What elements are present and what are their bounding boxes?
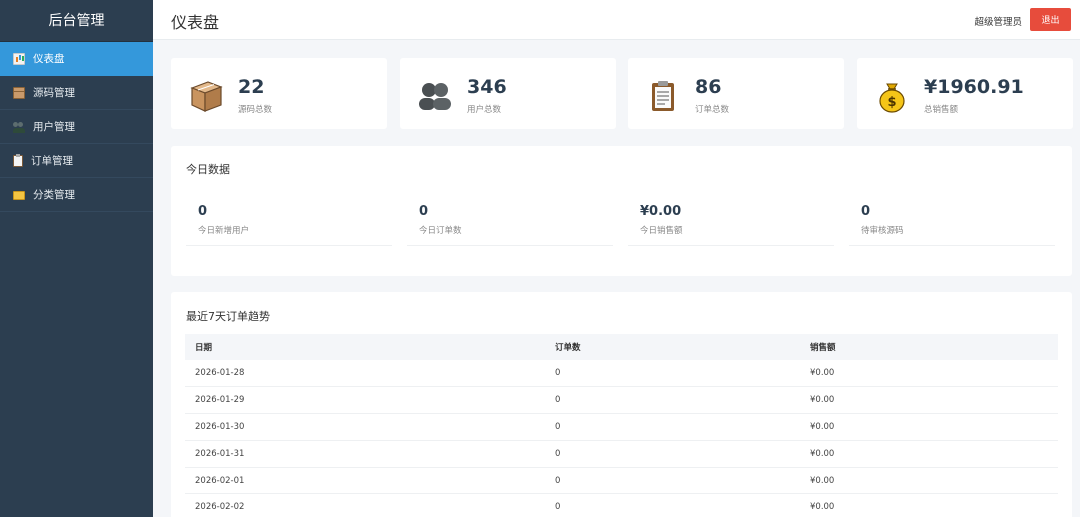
page-title: 仪表盘 xyxy=(171,13,220,32)
clipboard-icon xyxy=(13,153,23,167)
today-item-orders: 0 今日订单数 xyxy=(407,202,613,246)
cell-sales: ¥0.00 xyxy=(800,413,1058,441)
cell-order-count: 0 xyxy=(545,413,800,441)
today-label: 今日订单数 xyxy=(419,226,462,236)
table-row: 2026-02-02 0 ¥0.00 xyxy=(185,493,1058,517)
sidebar-item-label: 订单管理 xyxy=(31,155,73,167)
cell-date: 2026-02-02 xyxy=(185,493,545,517)
table-row: 2026-01-30 0 ¥0.00 xyxy=(185,413,1058,441)
sidebar-item-label: 源码管理 xyxy=(33,87,75,99)
cell-order-count: 0 xyxy=(545,467,800,495)
clipboard-icon xyxy=(652,81,674,111)
chart-icon xyxy=(13,52,25,65)
sidebar-item-label: 分类管理 xyxy=(33,189,75,201)
admin-name: 超级管理员 xyxy=(974,17,1022,28)
today-title: 今日数据 xyxy=(186,163,230,176)
sidebar-item-orders[interactable]: 订单管理 xyxy=(0,144,153,178)
stat-label: 用户总数 xyxy=(467,105,502,115)
column-header-date: 日期 xyxy=(185,334,545,360)
money-bag-icon: $ xyxy=(879,83,905,113)
folder-icon xyxy=(13,191,25,200)
cell-order-count: 0 xyxy=(545,493,800,517)
today-label: 今日新增用户 xyxy=(198,226,250,236)
cell-order-count: 0 xyxy=(545,440,800,468)
stat-value: 86 xyxy=(695,76,722,98)
cell-sales: ¥0.00 xyxy=(800,360,1058,388)
today-panel: 今日数据 0 今日新增用户 0 今日订单数 ¥0.00 今日销售额 0 待审核源… xyxy=(171,146,1072,276)
stat-card-user-count: 346 用户总数 xyxy=(400,58,616,129)
today-value: 0 xyxy=(861,204,871,219)
sidebar: 后台管理 仪表盘 源码管理 用户管理 订单管理 分类管理 xyxy=(0,0,153,517)
cell-date: 2026-01-31 xyxy=(185,440,545,468)
today-value: ¥0.00 xyxy=(640,204,682,219)
stat-value: 346 xyxy=(467,76,507,98)
top-header: 仪表盘 超级管理员 退出 xyxy=(153,0,1080,40)
sidebar-item-label: 仪表盘 xyxy=(33,53,65,65)
today-label: 待审核源码 xyxy=(861,226,904,236)
stat-card-order-count: 86 订单总数 xyxy=(628,58,844,129)
cell-date: 2026-01-29 xyxy=(185,386,545,415)
sidebar-item-source-code[interactable]: 源码管理 xyxy=(0,76,153,110)
stat-value: 22 xyxy=(238,76,265,98)
cell-date: 2026-01-30 xyxy=(185,413,545,441)
column-header-order-count: 订单数 xyxy=(545,334,800,360)
sidebar-item-label: 用户管理 xyxy=(33,121,75,133)
table-header-row: 日期 订单数 销售额 xyxy=(185,334,1058,360)
cell-sales: ¥0.00 xyxy=(800,493,1058,517)
today-label: 今日销售额 xyxy=(640,226,683,236)
table-row: 2026-02-01 0 ¥0.00 xyxy=(185,467,1058,495)
cell-sales: ¥0.00 xyxy=(800,467,1058,495)
users-icon xyxy=(13,121,25,133)
logout-button[interactable]: 退出 xyxy=(1030,8,1071,31)
stat-card-source-count: 22 源码总数 xyxy=(171,58,387,129)
stat-value: ¥1960.91 xyxy=(924,76,1024,98)
sidebar-item-users[interactable]: 用户管理 xyxy=(0,110,153,144)
stat-label: 总销售额 xyxy=(924,105,959,115)
trend-table: 日期 订单数 销售额 2026-01-28 0 ¥0.00 2026-01-29… xyxy=(185,334,1058,517)
sidebar-title: 后台管理 xyxy=(0,0,153,42)
column-header-sales: 销售额 xyxy=(800,334,1058,360)
users-icon xyxy=(419,83,451,110)
sidebar-item-dashboard[interactable]: 仪表盘 xyxy=(0,42,153,76)
today-value: 0 xyxy=(198,204,208,219)
cell-date: 2026-02-01 xyxy=(185,467,545,495)
trend-title: 最近7天订单趋势 xyxy=(186,310,270,323)
cell-order-count: 0 xyxy=(545,360,800,388)
cell-sales: ¥0.00 xyxy=(800,440,1058,468)
table-row: 2026-01-29 0 ¥0.00 xyxy=(185,386,1058,415)
box-icon xyxy=(13,86,25,99)
cell-sales: ¥0.00 xyxy=(800,386,1058,415)
sidebar-item-categories[interactable]: 分类管理 xyxy=(0,178,153,212)
package-box-icon xyxy=(190,81,223,112)
cell-date: 2026-01-28 xyxy=(185,360,545,388)
stat-card-total-sales: $ ¥1960.91 总销售额 xyxy=(857,58,1073,129)
cell-order-count: 0 xyxy=(545,386,800,415)
svg-text:$: $ xyxy=(887,95,896,110)
today-value: 0 xyxy=(419,204,429,219)
table-row: 2026-01-28 0 ¥0.00 xyxy=(185,360,1058,388)
today-item-pending-review: 0 待审核源码 xyxy=(849,202,1055,246)
stat-label: 源码总数 xyxy=(238,105,273,115)
stat-label: 订单总数 xyxy=(695,105,730,115)
table-row: 2026-01-31 0 ¥0.00 xyxy=(185,440,1058,468)
today-item-new-users: 0 今日新增用户 xyxy=(186,202,392,246)
trend-panel: 最近7天订单趋势 日期 订单数 销售额 2026-01-28 0 ¥0.00 2… xyxy=(171,292,1072,517)
today-item-sales: ¥0.00 今日销售额 xyxy=(628,202,834,246)
